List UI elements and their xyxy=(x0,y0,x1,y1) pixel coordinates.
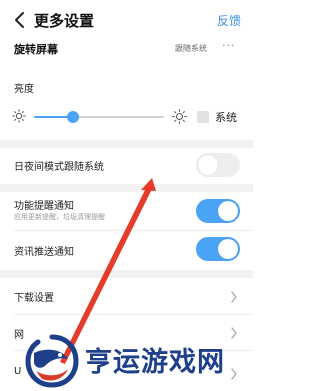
toggle-knob xyxy=(198,155,218,175)
download-settings-row[interactable]: 下载设置 xyxy=(0,278,253,314)
chevron-right-icon xyxy=(231,368,237,380)
news-push-row: 资讯推送通知 xyxy=(0,234,253,264)
watermark-text: 亨运游戏网 xyxy=(85,347,225,378)
toggle-knob xyxy=(218,239,238,259)
watermark-logo-icon xyxy=(25,334,79,388)
sun-dim-icon xyxy=(12,109,26,123)
system-brightness-label: 系统 xyxy=(215,111,237,124)
download-settings-label: 下载设置 xyxy=(14,293,54,304)
rotate-screen-row[interactable]: 旋转屏幕 跟随系统 ··· xyxy=(0,39,253,58)
day-night-label: 日夜间模式跟随系统 xyxy=(14,162,104,173)
system-brightness-checkbox[interactable] xyxy=(197,111,209,123)
toggle-knob xyxy=(218,201,238,221)
settings-row-partial-label: 网 xyxy=(14,330,24,341)
news-push-label: 资讯推送通知 xyxy=(14,247,74,258)
page-title: 更多设置 xyxy=(34,12,95,30)
feature-reminder-label: 功能提醒通知 xyxy=(14,201,74,212)
row-divider xyxy=(14,314,253,315)
chevron-right-icon xyxy=(231,327,237,339)
section-divider xyxy=(0,140,253,148)
top-bar: 更多设置 反馈 xyxy=(0,0,253,40)
day-night-toggle[interactable] xyxy=(196,153,240,177)
settings-row-partial-2-label: U xyxy=(14,366,22,377)
rotate-screen-value: 跟随系统 xyxy=(175,44,207,53)
chevron-left-icon[interactable] xyxy=(10,8,30,32)
brightness-slider-thumb[interactable] xyxy=(67,111,79,123)
sun-bright-icon xyxy=(172,109,187,124)
day-night-follow-system-row: 日夜间模式跟随系统 xyxy=(0,148,253,184)
chevron-right-icon xyxy=(231,291,237,303)
news-push-toggle[interactable] xyxy=(196,237,240,261)
feature-reminder-toggle[interactable] xyxy=(196,199,240,223)
rotate-screen-label: 旋转屏幕 xyxy=(14,43,58,56)
more-options-icon[interactable]: ··· xyxy=(222,39,236,52)
brightness-label: 亮度 xyxy=(14,84,34,95)
brightness-slider[interactable] xyxy=(34,116,164,118)
feature-reminder-row: 功能提醒通知 应用更新提醒，垃圾清理提醒 xyxy=(0,192,253,230)
row-divider xyxy=(14,230,253,231)
feature-reminder-description: 应用更新提醒，垃圾清理提醒 xyxy=(14,213,105,221)
section-divider xyxy=(0,184,253,192)
feedback-button[interactable]: 反馈 xyxy=(217,12,241,29)
section-divider xyxy=(0,270,253,278)
